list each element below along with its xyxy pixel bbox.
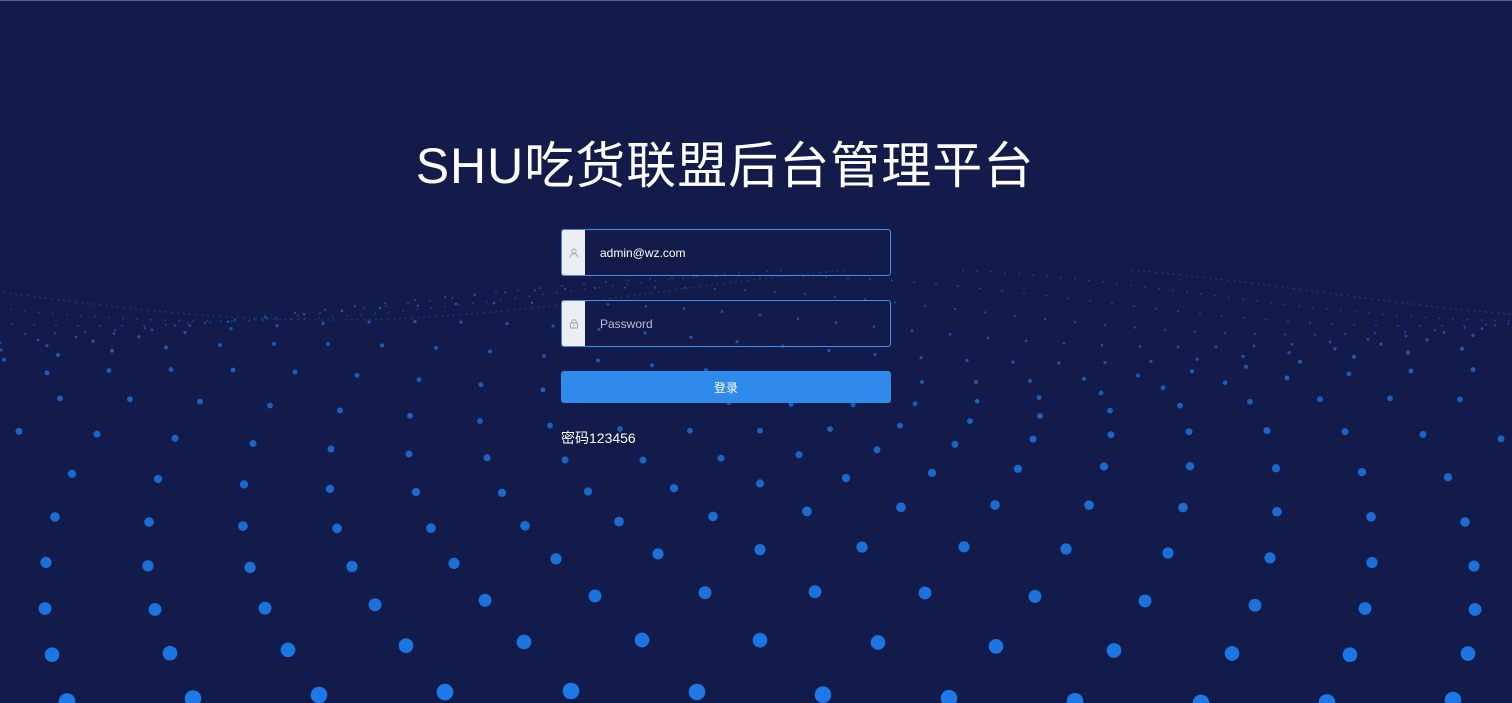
login-page: SHU吃货联盟后台管理平台 登录 密码123456	[0, 0, 1512, 703]
login-button[interactable]: 登录	[561, 371, 891, 403]
user-icon	[562, 230, 585, 275]
password-field	[561, 300, 891, 347]
password-input[interactable]	[585, 301, 890, 346]
lock-icon	[562, 301, 585, 346]
particle-wave-background	[0, 269, 1511, 703]
password-hint: 密码123456	[561, 430, 636, 446]
page-title: SHU吃货联盟后台管理平台	[415, 138, 1035, 194]
username-field	[561, 229, 891, 276]
username-input[interactable]	[585, 230, 890, 275]
